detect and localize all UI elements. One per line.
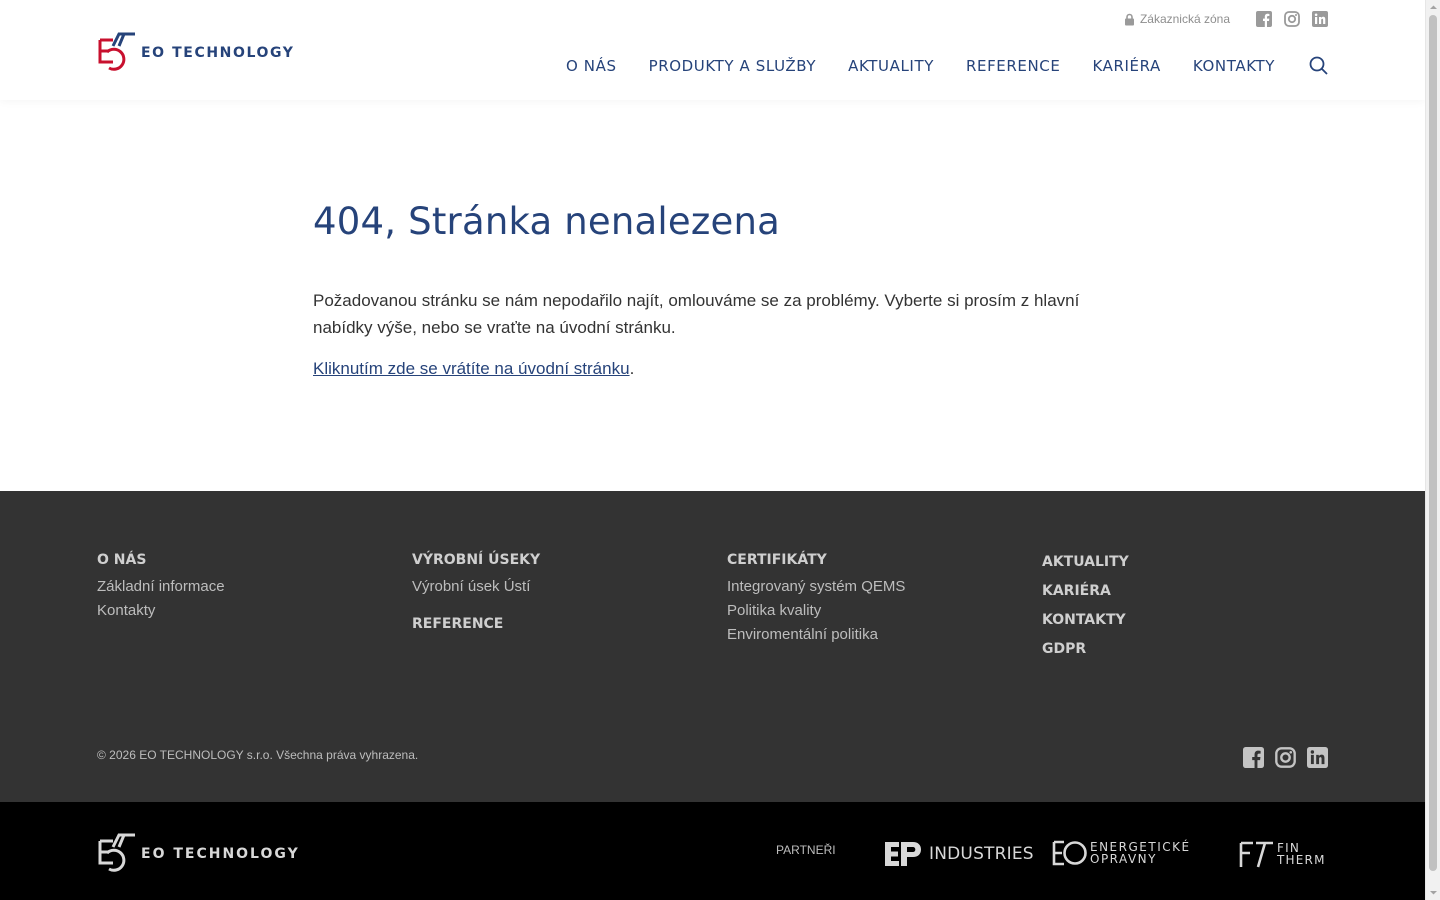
- footer-link-enviromentalni-politika[interactable]: Enviromentální politika: [727, 623, 905, 647]
- main-nav: O NÁS PRODUKTY A SLUŽBY AKTUALITY REFERE…: [534, 56, 1328, 75]
- footer-heading-vyrobni-useky[interactable]: VÝROBNÍ ÚSEKY: [412, 552, 540, 568]
- footer-linkedin-link[interactable]: [1307, 747, 1328, 768]
- lock-icon: [1124, 13, 1134, 25]
- nav-reference[interactable]: REFERENCE: [966, 57, 1060, 75]
- footer-list: Základní informace Kontakty: [97, 575, 225, 623]
- footer-heading-certifikaty[interactable]: CERTIFIKÁTY: [727, 552, 905, 568]
- footer-list: Integrovaný systém QEMS Politika kvality…: [727, 575, 905, 647]
- footer-col-o-nas: O NÁS Základní informace Kontakty: [97, 552, 225, 623]
- footer-heading-kontakty[interactable]: KONTAKTY: [1042, 606, 1129, 635]
- footer-col-vyrobni-useky: VÝROBNÍ ÚSEKY Výrobní úsek Ústí REFERENC…: [412, 552, 540, 632]
- ft-logo-icon: [1239, 841, 1273, 868]
- ep-logo-icon: [885, 842, 921, 866]
- footer-link-kontakty[interactable]: Kontakty: [97, 599, 225, 623]
- scroll-down-arrow-icon[interactable]: [1426, 885, 1440, 900]
- partner-energeticke-text: ENERGETICKÉ OPRAVNY: [1090, 841, 1191, 865]
- instagram-link[interactable]: [1284, 11, 1300, 27]
- eo-logo-icon: [98, 833, 135, 872]
- facebook-link[interactable]: [1256, 11, 1272, 27]
- back-paragraph: Kliknutím zde se vrátíte na úvodní strán…: [313, 359, 1113, 379]
- customer-zone-label: Zákaznická zóna: [1139, 12, 1230, 26]
- footer-list: Výrobní úsek Ústí: [412, 575, 540, 599]
- nav-o-nas[interactable]: O NÁS: [566, 57, 617, 75]
- copyright: © 2026 EO TECHNOLOGY s.r.o. Všechna práv…: [97, 748, 419, 762]
- search-button[interactable]: [1309, 56, 1328, 75]
- linkedin-icon: [1312, 11, 1328, 27]
- customer-zone-link[interactable]: Zákaznická zóna: [1124, 12, 1230, 26]
- main-content: 404, Stránka nenalezena Požadovanou strá…: [313, 200, 1113, 379]
- site-logo[interactable]: EO TECHNOLOGY: [97, 32, 295, 74]
- nav-kariera[interactable]: KARIÉRA: [1092, 57, 1160, 75]
- site-header: EO TECHNOLOGY Zákaznická zóna O NÁS PROD…: [0, 0, 1425, 100]
- eo-partner-logo-icon: [1052, 840, 1087, 866]
- instagram-icon: [1284, 11, 1300, 27]
- footer-heading-reference[interactable]: REFERENCE: [412, 616, 540, 632]
- partner-fintherm-text: FIN THERM: [1277, 842, 1326, 866]
- instagram-icon: [1275, 747, 1296, 768]
- error-description: Požadovanou stránku se nám nepodařilo na…: [313, 291, 1080, 337]
- scrollbar-thumb[interactable]: [1429, 15, 1437, 871]
- footer-social: [1232, 747, 1328, 768]
- facebook-icon: [1243, 747, 1264, 768]
- partner-energeticke-line2: OPRAVNY: [1090, 852, 1157, 866]
- nav-aktuality[interactable]: AKTUALITY: [848, 57, 934, 75]
- footer-logo[interactable]: EO TECHNOLOGY: [97, 833, 300, 875]
- footer-col-certifikaty: CERTIFIKÁTY Integrovaný systém QEMS Poli…: [727, 552, 905, 647]
- scroll-up-arrow-icon[interactable]: [1426, 0, 1440, 15]
- partner-fin-therm[interactable]: FIN THERM: [1238, 839, 1326, 869]
- nav-produkty-a-sluzby[interactable]: PRODUKTY A SLUŽBY: [649, 57, 817, 75]
- footer-heading-kariera[interactable]: KARIÉRA: [1042, 577, 1129, 606]
- site-footer: O NÁS Základní informace Kontakty VÝROBN…: [0, 491, 1425, 802]
- footer-link-vyrobni-usek-usti[interactable]: Výrobní úsek Ústí: [412, 575, 540, 599]
- partners-label: PARTNEŘI: [776, 843, 836, 857]
- eo-logo-icon: [98, 32, 135, 71]
- footer-instagram-link[interactable]: [1275, 747, 1296, 768]
- back-suffix: .: [629, 359, 635, 378]
- page-scrollbar[interactable]: [1425, 0, 1440, 900]
- back-home-link[interactable]: Kliknutím zde se vrátíte na úvodní strán…: [313, 359, 630, 378]
- logo-text: EO TECHNOLOGY: [141, 45, 295, 61]
- facebook-icon: [1256, 11, 1272, 27]
- partner-ep-industries[interactable]: INDUSTRIES: [885, 842, 1034, 866]
- search-icon: [1309, 56, 1328, 75]
- utility-bar: Zákaznická zóna: [1124, 11, 1328, 27]
- linkedin-icon: [1307, 747, 1328, 768]
- footer-link-qems[interactable]: Integrovaný systém QEMS: [727, 575, 905, 599]
- footer-logo-text: EO TECHNOLOGY: [141, 846, 300, 862]
- linkedin-link[interactable]: [1312, 11, 1328, 27]
- footer-link-zakladni-informace[interactable]: Základní informace: [97, 575, 225, 599]
- footer-col-misc: AKTUALITY KARIÉRA KONTAKTY GDPR: [1042, 548, 1129, 664]
- partner-energeticke-opravny[interactable]: ENERGETICKÉ OPRAVNY: [1052, 838, 1191, 868]
- page-title: 404, Stránka nenalezena: [313, 200, 780, 243]
- footer-facebook-link[interactable]: [1243, 747, 1264, 768]
- partner-industries-text: INDUSTRIES: [929, 844, 1034, 864]
- footer-heading-o-nas[interactable]: O NÁS: [97, 552, 225, 568]
- footer-heading-aktuality[interactable]: AKTUALITY: [1042, 548, 1129, 577]
- footer-link-politika-kvality[interactable]: Politika kvality: [727, 599, 905, 623]
- partners-bar: EO TECHNOLOGY PARTNEŘI INDUSTRIES ENERGE…: [0, 802, 1425, 900]
- nav-kontakty[interactable]: KONTAKTY: [1193, 57, 1275, 75]
- footer-heading-gdpr[interactable]: GDPR: [1042, 635, 1129, 664]
- partner-fintherm-line2: THERM: [1277, 853, 1326, 867]
